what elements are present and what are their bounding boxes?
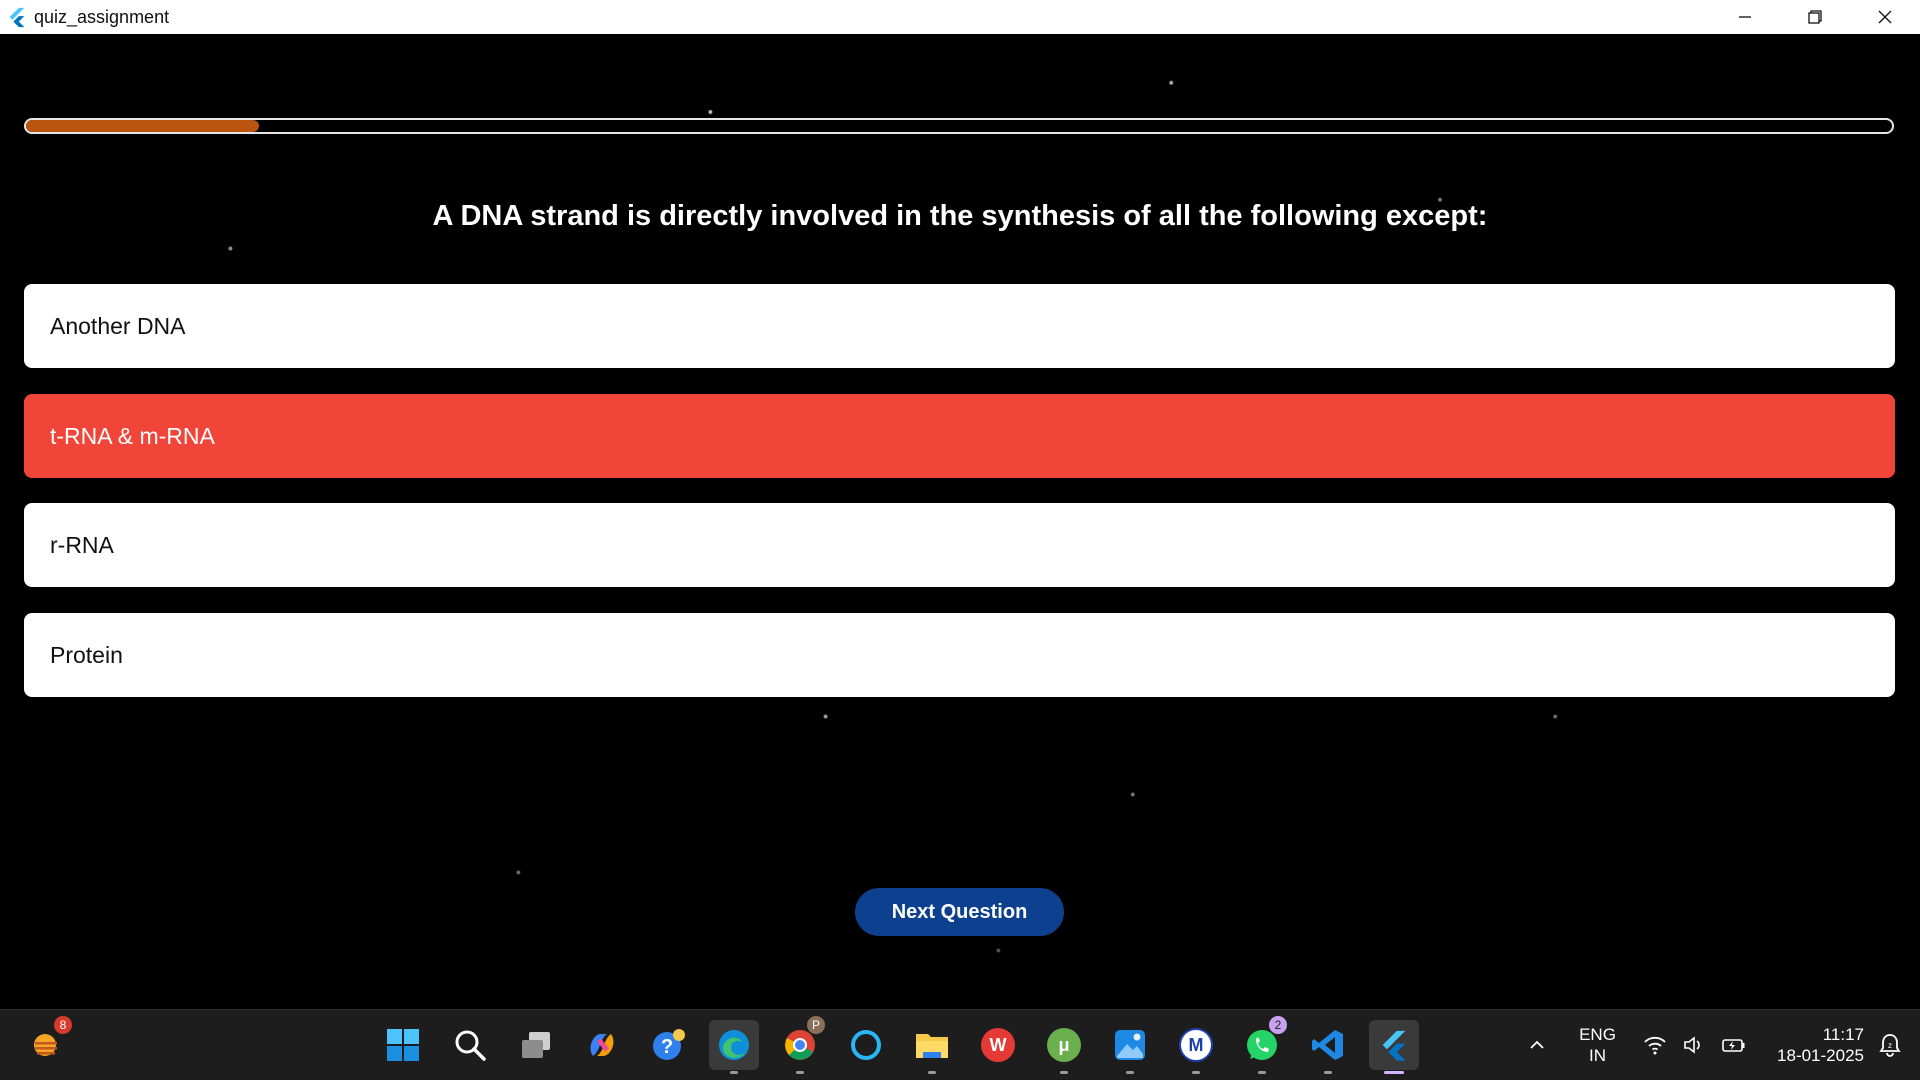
app-icon: M bbox=[1179, 1028, 1213, 1062]
quick-settings-button[interactable] bbox=[1635, 1020, 1755, 1070]
task-view-button[interactable] bbox=[511, 1020, 561, 1070]
utorrent-icon: μ bbox=[1047, 1028, 1081, 1062]
photos-icon bbox=[1115, 1030, 1145, 1060]
clock[interactable]: 11:17 18-01-2025 bbox=[1754, 1024, 1864, 1066]
window-controls bbox=[1710, 0, 1920, 34]
answer-option-4[interactable]: Protein bbox=[24, 613, 1895, 697]
wps-office-icon: W bbox=[981, 1028, 1015, 1062]
file-explorer-button[interactable] bbox=[907, 1020, 957, 1074]
option-label: Another DNA bbox=[50, 312, 186, 339]
answer-option-3[interactable]: r-RNA bbox=[24, 503, 1895, 587]
vscode-button[interactable] bbox=[1303, 1020, 1353, 1074]
flutter-app-button[interactable] bbox=[1369, 1020, 1419, 1074]
close-button[interactable] bbox=[1850, 0, 1920, 34]
answer-option-2[interactable]: t-RNA & m-RNA bbox=[24, 394, 1895, 478]
wps-office-button[interactable]: W bbox=[973, 1020, 1023, 1070]
minimize-button[interactable] bbox=[1710, 0, 1780, 34]
progress-bar bbox=[24, 118, 1894, 134]
running-indicator bbox=[730, 1071, 738, 1074]
window-title: quiz_assignment bbox=[34, 6, 170, 27]
quiz-screen: A DNA strand is directly involved in the… bbox=[0, 34, 1920, 1009]
edge-button[interactable] bbox=[709, 1020, 759, 1074]
progress-fill bbox=[26, 120, 260, 132]
copilot-button[interactable] bbox=[577, 1020, 627, 1070]
svg-text:z: z bbox=[1888, 1041, 1892, 1050]
show-hidden-icons-button[interactable] bbox=[1515, 1020, 1559, 1070]
chrome-button[interactable]: P bbox=[775, 1016, 825, 1074]
file-explorer-icon bbox=[916, 1034, 948, 1058]
profile-badge: P bbox=[807, 1016, 825, 1034]
flutter-icon bbox=[1382, 1030, 1406, 1061]
whatsapp-button[interactable]: 2 bbox=[1237, 1016, 1287, 1074]
restore-icon bbox=[1808, 10, 1822, 24]
option-label: r-RNA bbox=[50, 531, 114, 558]
title-bar: quiz_assignment bbox=[0, 0, 1920, 34]
running-indicator bbox=[1126, 1071, 1134, 1074]
vscode-icon bbox=[1312, 1030, 1343, 1060]
running-indicator bbox=[928, 1071, 936, 1074]
minimize-icon bbox=[1739, 16, 1751, 18]
wifi-icon bbox=[1644, 1036, 1666, 1055]
next-question-button[interactable]: Next Question bbox=[855, 888, 1064, 936]
running-indicator bbox=[1324, 1071, 1332, 1074]
copilot-icon bbox=[590, 1034, 614, 1056]
language-indicator[interactable]: ENG IN bbox=[1570, 1024, 1625, 1066]
taskbar-search[interactable] bbox=[445, 1020, 495, 1070]
search-icon bbox=[455, 1030, 486, 1061]
option-label: t-RNA & m-RNA bbox=[50, 422, 215, 449]
answer-option-1[interactable]: Another DNA bbox=[24, 284, 1895, 368]
running-indicator bbox=[1060, 1071, 1068, 1074]
windows-start-icon bbox=[387, 1029, 419, 1061]
svg-text:?: ? bbox=[661, 1036, 673, 1058]
language-code: ENG bbox=[1579, 1025, 1616, 1044]
cortana-icon bbox=[851, 1030, 881, 1060]
region-code: IN bbox=[1589, 1046, 1606, 1065]
running-indicator bbox=[796, 1071, 804, 1074]
utorrent-button[interactable]: μ bbox=[1039, 1020, 1089, 1074]
close-icon bbox=[1878, 10, 1892, 24]
flutter-logo-icon bbox=[9, 7, 25, 28]
start-button[interactable] bbox=[378, 1020, 428, 1070]
volume-icon bbox=[1684, 1036, 1700, 1054]
get-help-button[interactable]: ? bbox=[643, 1020, 693, 1070]
option-label: Protein bbox=[50, 641, 123, 668]
notification-badge: 8 bbox=[54, 1016, 72, 1034]
question-text: A DNA strand is directly involved in the… bbox=[432, 200, 1488, 232]
restore-button[interactable] bbox=[1780, 0, 1850, 34]
notification-badge: 2 bbox=[1269, 1016, 1287, 1034]
edge-icon bbox=[719, 1030, 749, 1060]
help-icon: ? bbox=[653, 1029, 685, 1060]
clock-time: 11:17 bbox=[1822, 1025, 1864, 1044]
clock-date: 18-01-2025 bbox=[1777, 1046, 1864, 1065]
chevron-up-icon bbox=[1530, 1040, 1544, 1049]
running-indicator bbox=[1192, 1071, 1200, 1074]
active-indicator bbox=[1384, 1071, 1404, 1074]
notification-center-button[interactable]: z bbox=[1870, 1020, 1910, 1070]
photos-button[interactable] bbox=[1105, 1020, 1155, 1074]
running-indicator bbox=[1258, 1071, 1266, 1074]
weather-widget[interactable]: 8 bbox=[22, 1016, 72, 1070]
taskbar: 8 ? P W μ M 2 ENG IN 11:17 18-01-2025 z bbox=[0, 1009, 1920, 1080]
app-button[interactable]: M bbox=[1171, 1020, 1221, 1074]
cortana-button[interactable] bbox=[841, 1020, 891, 1070]
task-view-icon bbox=[522, 1032, 550, 1058]
battery-icon bbox=[1722, 1039, 1745, 1052]
notification-bell-icon: z bbox=[1879, 1034, 1901, 1057]
